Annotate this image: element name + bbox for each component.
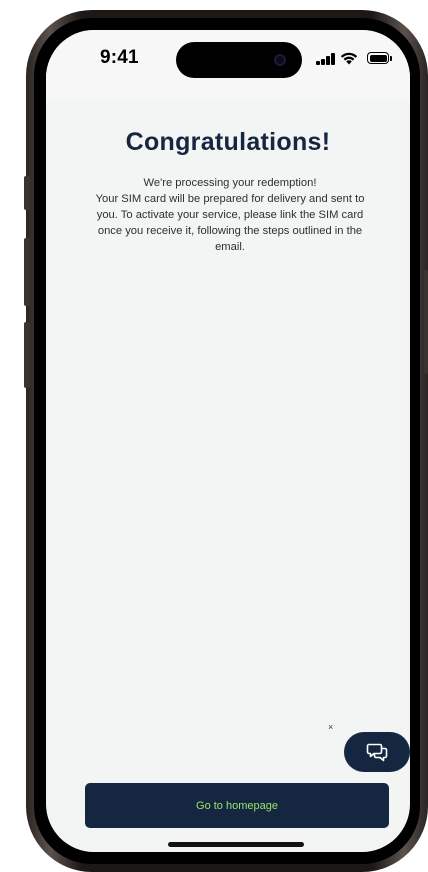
message-line-2: Your SIM card will be prepared for deliv… <box>95 193 365 253</box>
volume-up-button <box>24 238 30 306</box>
close-chat-button[interactable]: × <box>328 722 333 732</box>
mute-switch <box>24 176 30 210</box>
chat-button[interactable] <box>344 732 410 772</box>
confirmation-message: We're processing your redemption! Your S… <box>86 175 374 255</box>
volume-down-button <box>24 322 30 388</box>
wifi-icon <box>340 52 358 65</box>
status-bar: 9:41 <box>46 30 410 100</box>
battery-icon <box>367 52 392 64</box>
status-time: 9:41 <box>100 47 139 68</box>
dynamic-island <box>176 42 302 78</box>
camera-icon <box>274 54 286 66</box>
home-indicator[interactable] <box>168 842 304 847</box>
power-button <box>424 270 428 374</box>
main-content: Congratulations! We're processing your r… <box>46 100 410 852</box>
message-line-1: We're processing your redemption! <box>143 177 317 189</box>
signal-icon <box>316 53 336 65</box>
page-title: Congratulations! <box>125 128 331 156</box>
chat-bubbles-icon <box>366 743 388 762</box>
go-to-homepage-button[interactable]: Go to homepage <box>85 783 389 828</box>
screen: 9:41 Congratulations! We're processing y… <box>46 30 410 852</box>
